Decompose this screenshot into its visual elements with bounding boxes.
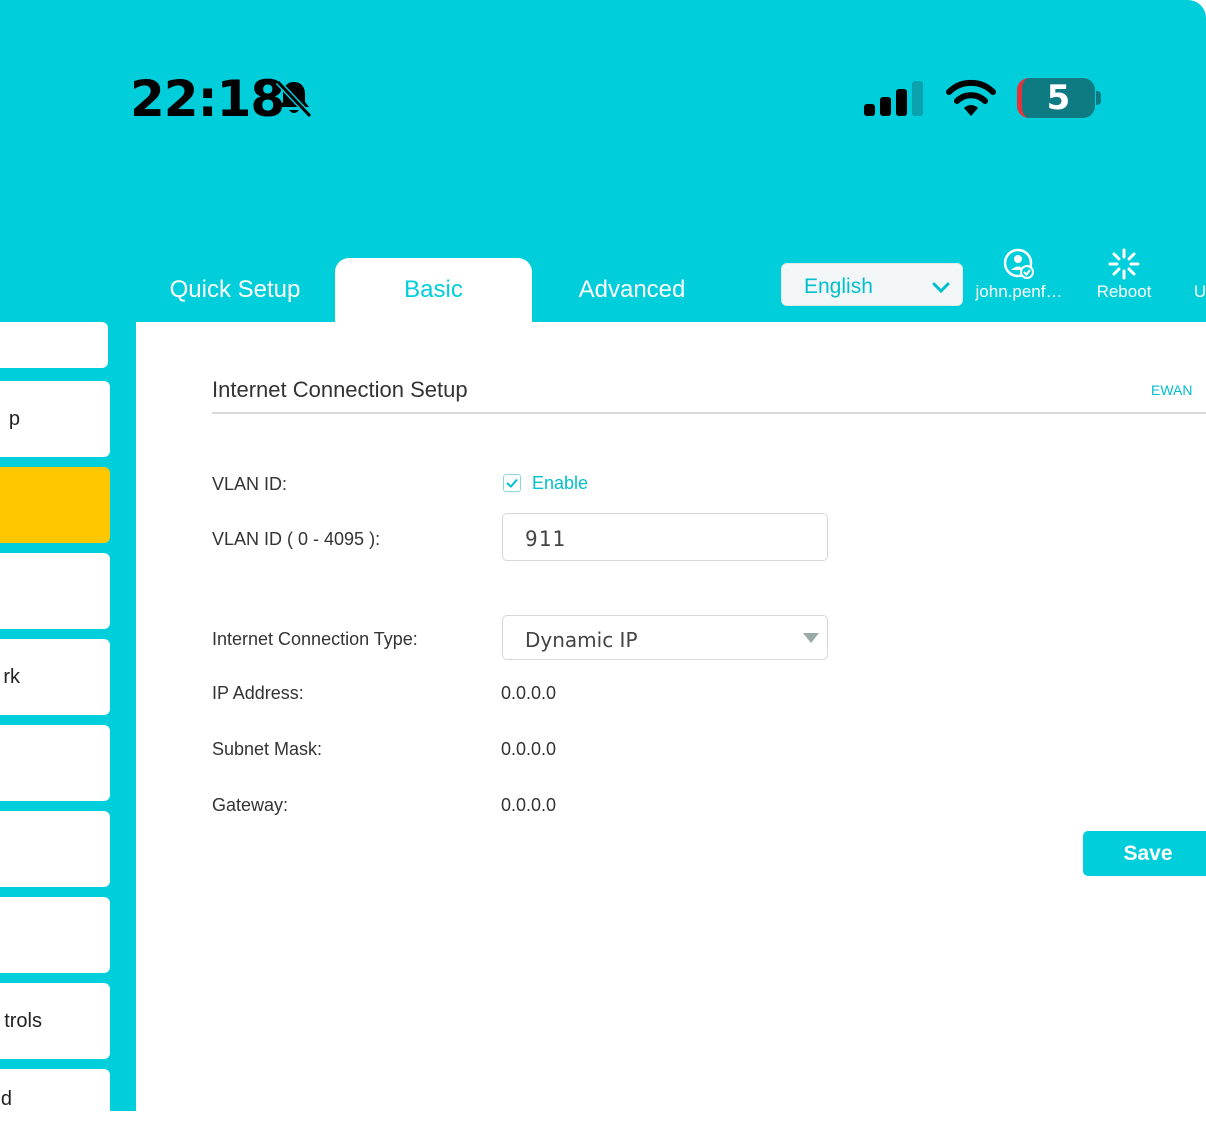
sidebar-item-8[interactable]: trols — [0, 983, 110, 1059]
save-button[interactable]: Save — [1083, 831, 1206, 876]
battery-level: 5 — [1046, 78, 1071, 118]
subnet-mask-value: 0.0.0.0 — [501, 739, 557, 759]
chevron-down-icon — [932, 282, 950, 294]
tab-quick-setup[interactable]: Quick Setup — [140, 258, 330, 322]
dropdown-arrow-icon — [803, 633, 819, 643]
header-bar: 22:18 5 Quick Setup Basic Advanced Engli… — [0, 0, 1206, 322]
more-button[interactable]: U — [1190, 248, 1206, 302]
vlan-label: VLAN ID: — [212, 474, 288, 494]
main-panel: Internet Connection Setup EWAN VLAN ID: … — [136, 322, 1206, 1111]
more-label: U — [1193, 282, 1206, 301]
sidebar-item-label: rk — [3, 666, 20, 688]
sidebar-item-4[interactable]: rk — [0, 639, 110, 715]
language-value: English — [804, 275, 873, 298]
connection-type-value: Dynamic IP — [525, 628, 638, 652]
tab-advanced[interactable]: Advanced — [540, 258, 724, 322]
sidebar-item-7[interactable] — [0, 897, 110, 973]
reboot-label: Reboot — [1096, 282, 1152, 301]
wifi-icon — [946, 79, 996, 116]
tab-basic[interactable]: Basic — [335, 258, 532, 322]
sidebar-item-5[interactable] — [0, 725, 110, 801]
gateway-label: Gateway: — [212, 795, 289, 815]
sidebar-item-label: trols — [4, 1010, 42, 1032]
vlan-enable-label[interactable]: Enable — [532, 473, 588, 494]
ewan-link[interactable]: EWAN — [1151, 382, 1192, 398]
sidebar-item-9[interactable]: d — [0, 1069, 110, 1145]
user-label: john.penf… — [975, 282, 1063, 301]
reboot-button[interactable]: Reboot — [1088, 248, 1160, 302]
sidebar-item-label: d — [0, 1088, 12, 1110]
language-select[interactable]: English — [781, 263, 963, 306]
ip-address-label: IP Address: — [212, 683, 304, 703]
cellular-signal-icon — [864, 81, 923, 116]
vlan-id-input[interactable]: 911 — [502, 513, 828, 561]
ip-address-value: 0.0.0.0 — [501, 683, 557, 703]
user-account-button[interactable]: john.penf… — [968, 248, 1070, 302]
gateway-value: 0.0.0.0 — [501, 795, 557, 815]
status-time: 22:18 — [130, 70, 285, 128]
more-icon — [1190, 248, 1206, 280]
vlan-id-value: 911 — [525, 527, 566, 551]
sidebar-item-3[interactable] — [0, 553, 110, 629]
connection-type-label: Internet Connection Type: — [212, 629, 418, 649]
connection-type-select[interactable]: Dynamic IP — [502, 615, 828, 660]
sidebar-item-2-active[interactable] — [0, 467, 110, 543]
sidebar-item-top[interactable] — [0, 322, 108, 368]
bell-slash-icon — [275, 79, 313, 119]
section-divider — [212, 412, 1206, 414]
vlan-enable-checkbox[interactable] — [503, 474, 521, 492]
check-icon — [506, 478, 518, 488]
sidebar-item-1[interactable]: p — [0, 381, 110, 457]
sidebar-item-label: p — [8, 408, 20, 430]
reboot-icon — [1108, 248, 1140, 280]
section-title: Internet Connection Setup — [212, 377, 468, 402]
sidebar-item-6[interactable] — [0, 811, 110, 887]
subnet-mask-label: Subnet Mask: — [212, 739, 323, 759]
vlan-id-label: VLAN ID ( 0 - 4095 ): — [212, 529, 381, 549]
sidebar: p rk trols d — [0, 322, 136, 1145]
user-icon — [1003, 248, 1034, 279]
battery-icon: 5 — [1017, 78, 1095, 118]
battery-tip — [1096, 91, 1101, 105]
